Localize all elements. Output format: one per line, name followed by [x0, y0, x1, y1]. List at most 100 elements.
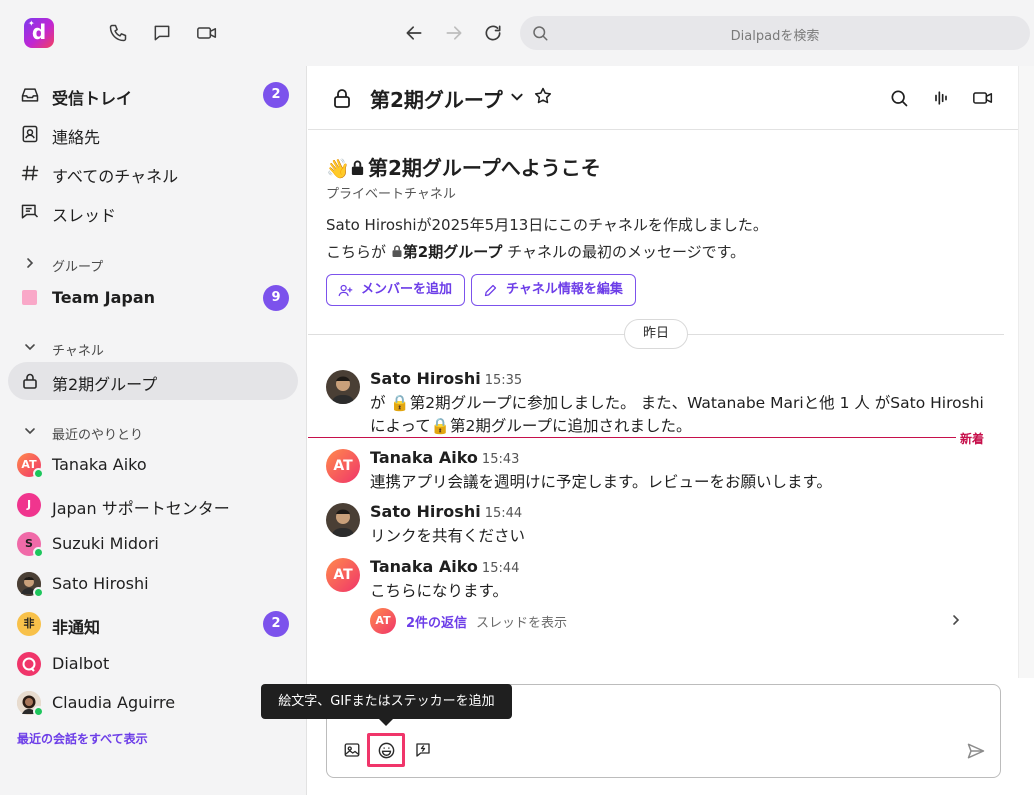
new-messages-label: 新着 [960, 432, 985, 446]
sidebar-item-label: 受信トレイ [52, 89, 133, 108]
avatar: S [17, 532, 44, 558]
waveform-icon[interactable] [931, 88, 951, 108]
chevron-right-icon[interactable] [950, 614, 962, 626]
send-icon[interactable] [966, 741, 986, 761]
sidebar-item-label: 第2期グループ [52, 375, 158, 394]
show-all-conversations-link[interactable]: 最近の会話をすべて表示 [17, 730, 148, 747]
message[interactable]: Sato Hiroshi 15:44 リンクを共有ください [326, 502, 1006, 547]
sidebar-item-label: スレッド [52, 206, 117, 225]
avatar: AT [326, 558, 360, 592]
chat-icon[interactable] [152, 23, 172, 43]
avatar: AT [326, 449, 360, 483]
channel-type-label: プライベートチャネル [326, 187, 456, 202]
online-indicator [33, 587, 44, 598]
sidebar-item-label: Team Japan [52, 288, 156, 307]
sidebar-item-unknown-caller[interactable]: 非 非通知 2 [0, 606, 307, 642]
online-indicator [33, 706, 44, 717]
video-icon[interactable] [196, 23, 217, 43]
sidebar-item-label: Sato Hiroshi [52, 574, 149, 593]
refresh-icon[interactable] [483, 23, 503, 43]
sidebar-item-team-japan[interactable]: Team Japan 9 [0, 280, 307, 316]
thread-replies[interactable]: AT 2件の返信 スレッドを表示 [370, 608, 990, 634]
channel-created-text: Sato Hiroshiが2025年5月13日にこのチャネルを作成しました。 [326, 216, 768, 234]
sidebar-item-dialbot[interactable]: Dialbot [0, 646, 307, 682]
online-indicator [33, 547, 44, 558]
forward-icon[interactable] [444, 23, 464, 43]
lock-icon [332, 87, 352, 109]
section-label: チャネル [52, 344, 104, 359]
unread-badge: 2 [263, 611, 289, 637]
back-icon[interactable] [404, 23, 424, 43]
new-messages-line [308, 437, 956, 438]
emoji-icon[interactable] [377, 741, 396, 760]
sidebar-item-label: Claudia Aguirre [52, 693, 176, 712]
emoji-button-highlight[interactable] [367, 733, 405, 767]
sidebar-item-suzuki-midori[interactable]: S Suzuki Midori [0, 526, 307, 562]
message-author: Sato Hiroshi 15:44 [370, 502, 523, 521]
groups-section-header[interactable]: グループ [0, 252, 307, 276]
group-color-icon [22, 290, 37, 305]
shortcut-icon[interactable] [413, 741, 433, 759]
sidebar-item-label: Dialbot [52, 654, 110, 673]
sidebar-item-inbox[interactable]: 受信トレイ 2 [0, 77, 307, 113]
recent-section-header[interactable]: 最近のやりとり [0, 420, 307, 444]
image-icon[interactable] [343, 741, 361, 759]
threads-icon [20, 202, 40, 222]
chevron-down-icon [24, 341, 36, 353]
dialbot-icon [17, 652, 41, 676]
sidebar-item-tanaka-aiko[interactable]: AT Tanaka Aiko [0, 447, 307, 483]
channel-title[interactable]: 第2期グループ [370, 84, 503, 113]
unread-badge: 9 [263, 285, 289, 311]
message-text: こちらになります。 [370, 582, 508, 600]
search-icon[interactable] [889, 88, 909, 108]
sidebar-item-japan-support[interactable]: J Japan サポートセンター [0, 487, 307, 523]
message-text: リンクを共有ください [370, 527, 526, 545]
edit-channel-info-button[interactable]: チャネル情報を編集 [471, 274, 636, 306]
lock-icon [392, 245, 402, 257]
sidebar-item-label: 非通知 [52, 618, 101, 637]
online-indicator [33, 468, 44, 479]
avatar: 非 [17, 612, 41, 636]
sidebar-item-label: 連絡先 [52, 128, 101, 147]
pencil-icon [483, 283, 498, 298]
top-bar: ✦ d Dialpadを検索 [0, 0, 1034, 66]
sidebar-item-label: Japan サポートセンター [52, 499, 230, 518]
star-icon[interactable] [533, 86, 553, 106]
phone-icon[interactable] [108, 23, 128, 43]
channels-section-header[interactable]: チャネル [0, 336, 307, 360]
emoji-tooltip: 絵文字、GIFまたはステッカーを追加 [261, 684, 512, 726]
sidebar-item-threads[interactable]: スレッド [0, 194, 307, 230]
sidebar-item-all-channels[interactable]: すべてのチャネル [0, 155, 307, 191]
inbox-icon [20, 85, 40, 105]
video-icon[interactable] [972, 88, 994, 108]
waving-hand-icon: 👋 [326, 158, 350, 180]
message[interactable]: AT Tanaka Aiko 15:43 連携アプリ会議を週明けに予定します。レビ… [326, 448, 1006, 493]
unread-badge: 2 [263, 82, 289, 108]
sidebar-item-channel[interactable]: 第2期グループ [0, 363, 307, 399]
channel-header: 第2期グループ [308, 66, 1034, 130]
sidebar-item-sato-hiroshi[interactable]: Sato Hiroshi [0, 566, 307, 602]
sidebar-item-label: Tanaka Aiko [52, 455, 147, 474]
dialpad-logo[interactable]: ✦ d [24, 18, 54, 48]
message-author: Tanaka Aiko 15:43 [370, 448, 520, 467]
add-user-icon [338, 283, 353, 298]
section-label: グループ [52, 260, 104, 275]
message[interactable]: Sato Hiroshi 15:35 が 🔒第2期グループに参加しました。 また、… [326, 369, 1006, 435]
sidebar-item-contacts[interactable]: 連絡先 [0, 116, 307, 152]
lock-icon [351, 160, 364, 175]
contacts-icon [20, 124, 40, 144]
reply-count[interactable]: 2件の返信 [406, 612, 467, 631]
section-label: 最近のやりとり [52, 428, 144, 443]
sidebar-item-label: すべてのチャネル [52, 167, 179, 186]
avatar: AT [17, 453, 44, 479]
avatar [17, 691, 44, 717]
scrollbar[interactable] [1018, 66, 1034, 678]
avatar [326, 370, 360, 404]
search-input[interactable]: Dialpadを検索 [520, 16, 1030, 50]
message[interactable]: AT Tanaka Aiko 15:44 こちらになります。 [326, 557, 1006, 602]
view-thread-link[interactable]: スレッドを表示 [476, 612, 567, 631]
day-divider: 昨日 [624, 319, 688, 349]
add-members-button[interactable]: メンバーを追加 [326, 274, 466, 306]
sidebar-item-label: Suzuki Midori [52, 534, 159, 553]
chevron-down-icon[interactable] [510, 90, 524, 104]
